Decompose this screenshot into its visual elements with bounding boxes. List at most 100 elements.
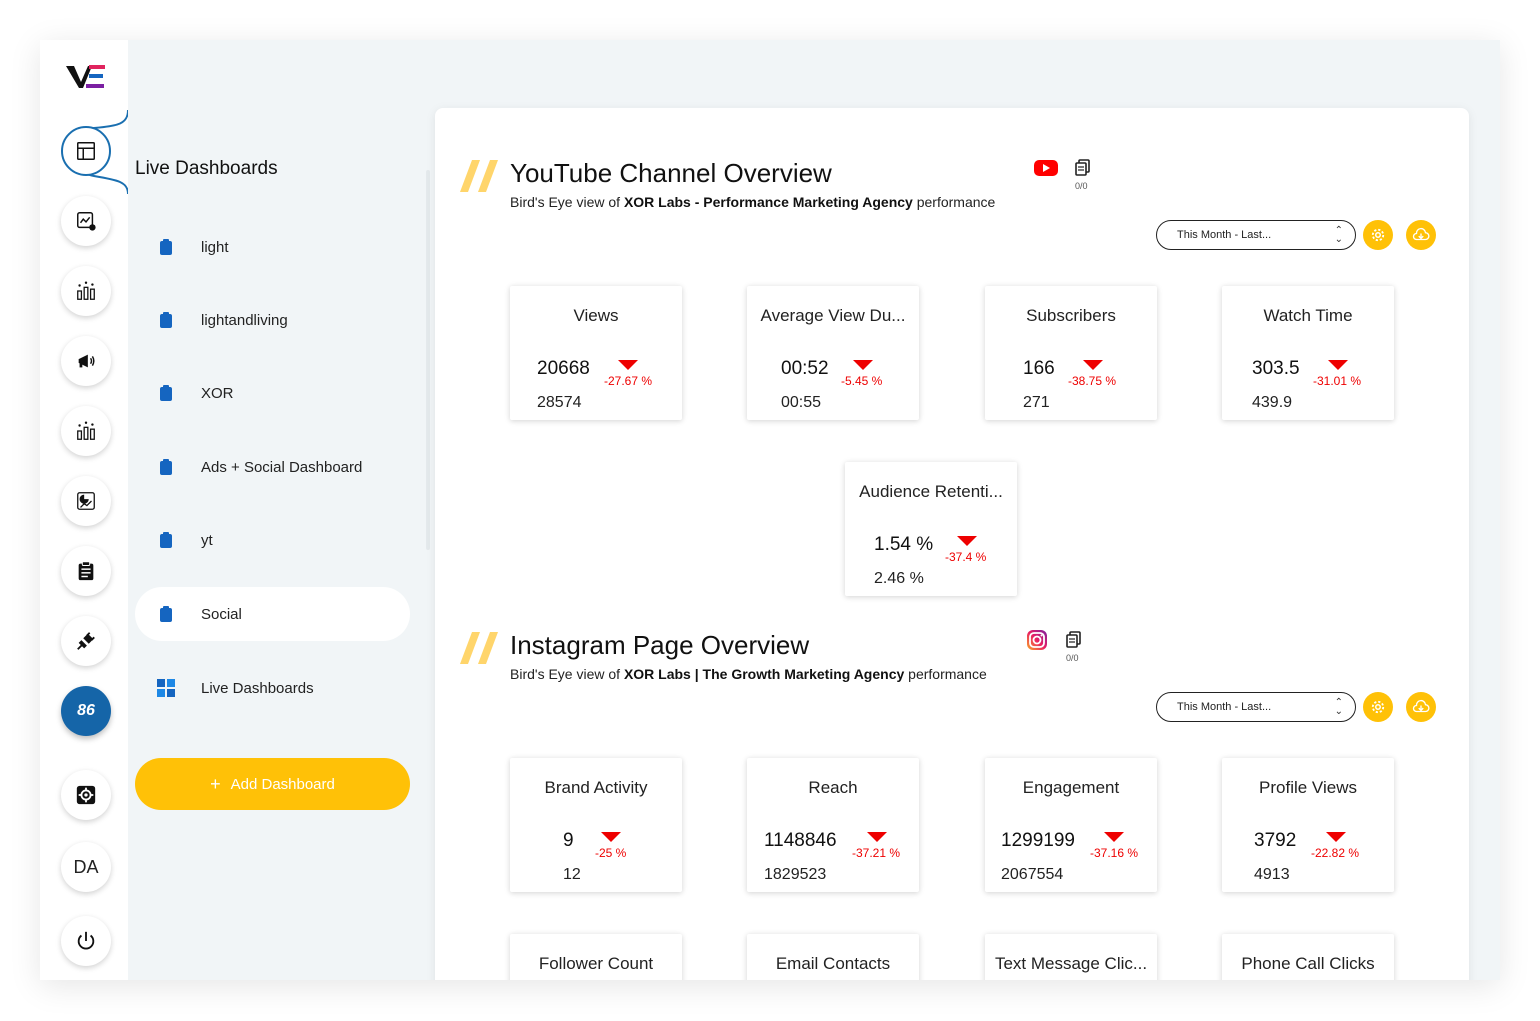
metric-card-email-contacts[interactable]: Email Contacts — [747, 934, 919, 980]
copy-icon[interactable] — [1073, 158, 1093, 178]
rail-live-dashboards-button[interactable] — [61, 126, 111, 176]
youtube-date-range-select[interactable]: This Month - Last... ⌃ ⌄ — [1156, 220, 1356, 250]
clipboard-icon — [160, 606, 172, 622]
metric-change: -37.4 % — [945, 550, 987, 564]
sidebar-item-label: yt — [201, 531, 213, 549]
copy-count: 0/0 — [1066, 653, 1079, 663]
metric-change: -37.16 % — [1090, 846, 1139, 860]
notification-badge[interactable]: 86 — [61, 686, 111, 736]
metric-card-follower-count[interactable]: Follower Count — [510, 934, 682, 980]
sidebar-item-label: light — [201, 238, 229, 256]
app-frame: 86 DA Live Dashboards light lightandlivi… — [40, 40, 1500, 980]
clipboard-icon — [160, 385, 172, 401]
metric-card-reach[interactable]: Reach 1148846 -37.21 % 1829523 — [747, 758, 919, 892]
metric-change: -38.75 % — [1068, 374, 1117, 388]
metric-card-audience-retention[interactable]: Audience Retenti... 1.54 % -37.4 % 2.46 … — [845, 462, 1017, 596]
instagram-date-range-select[interactable]: This Month - Last... ⌃ ⌄ — [1156, 692, 1356, 722]
metric-previous: 2067554 — [1001, 866, 1064, 883]
metric-title: Subscribers — [1026, 306, 1116, 325]
clipboard-icon — [78, 561, 94, 581]
instagram-section-title: Instagram Page Overview — [510, 630, 810, 660]
sidebar-item-social[interactable]: Social — [135, 587, 410, 641]
metric-value: 1299199 — [1001, 830, 1075, 851]
instagram-settings-button[interactable] — [1363, 692, 1393, 722]
megaphone-icon — [78, 354, 95, 368]
metric-title: Phone Call Clicks — [1241, 954, 1375, 973]
metric-previous: 4913 — [1254, 866, 1290, 883]
rail-tasks-button[interactable] — [61, 546, 111, 596]
metric-card-engagement[interactable]: Engagement 1299199 -37.16 % 2067554 — [985, 758, 1157, 892]
dashboard-sidebar: Live Dashboards light lightandliving XOR… — [128, 40, 428, 980]
ve-logo — [66, 65, 105, 88]
metric-card-text-message-clicks[interactable]: Text Message Clic... — [985, 934, 1157, 980]
metric-card-views[interactable]: Views 20668 -27.67 % 28574 — [510, 286, 682, 420]
metric-card-watch-time[interactable]: Watch Time 303.5 -31.01 % 439.9 — [1222, 286, 1394, 420]
metric-title: Profile Views — [1259, 778, 1357, 797]
rail-campaigns-button[interactable] — [61, 336, 111, 386]
metric-change: -37.21 % — [852, 846, 901, 860]
metric-title: Text Message Clic... — [994, 954, 1148, 973]
youtube-download-button[interactable] — [1406, 220, 1436, 250]
sidebar-item-light[interactable]: light — [135, 220, 410, 274]
gear-icon — [1371, 700, 1385, 714]
metric-title: Brand Activity — [544, 778, 648, 797]
metric-title: Follower Count — [538, 954, 654, 973]
decrease-arrow-icon — [1328, 360, 1348, 370]
instagram-section-subtitle: Bird's Eye view of XOR Labs | The Growth… — [510, 666, 987, 682]
decrease-arrow-icon — [853, 360, 873, 370]
add-dashboard-button[interactable]: + Add Dashboard — [135, 758, 410, 810]
metric-change: -31.01 % — [1313, 374, 1362, 388]
instagram-download-button[interactable] — [1406, 692, 1436, 722]
gear-icon — [1371, 228, 1385, 242]
metric-card-average-view-duration[interactable]: Average View Du... 00:52 -5.45 % 00:55 — [747, 286, 919, 420]
sidebar-item-ads-social[interactable]: Ads + Social Dashboard — [135, 440, 410, 494]
sidebar-scrollbar[interactable] — [426, 170, 430, 550]
rail-reports-button[interactable] — [61, 196, 111, 246]
bar-chart-icon — [77, 281, 95, 300]
metric-card-subscribers[interactable]: Subscribers 166 -38.75 % 271 — [985, 286, 1157, 420]
bar-chart-icon — [77, 421, 95, 440]
sidebar-item-xor[interactable]: XOR — [135, 366, 410, 420]
sidebar-item-yt[interactable]: yt — [135, 513, 410, 567]
user-avatar[interactable]: DA — [61, 842, 111, 892]
metric-title: Audience Retenti... — [859, 482, 1003, 501]
plug-icon — [77, 632, 95, 650]
metric-title: Views — [573, 306, 619, 325]
metric-card-profile-views[interactable]: Profile Views 3792 -22.82 % 4913 — [1222, 758, 1394, 892]
rail-insights-button[interactable] — [61, 406, 111, 456]
metric-change: -25 % — [595, 846, 627, 860]
youtube-settings-button[interactable] — [1363, 220, 1393, 250]
rail-integrations-button[interactable] — [61, 616, 111, 666]
sidebar-item-label: XOR — [201, 384, 234, 402]
rail-logout-button[interactable] — [61, 916, 111, 966]
clipboard-icon — [160, 239, 172, 255]
decrease-arrow-icon — [1083, 360, 1103, 370]
sidebar-item-lightandliving[interactable]: lightandliving — [135, 293, 410, 347]
metric-title: Average View Du... — [760, 306, 906, 325]
sidebar-title: Live Dashboards — [135, 158, 278, 179]
metric-card-phone-call-clicks[interactable]: Phone Call Clicks — [1222, 934, 1394, 980]
rail-analytics-button[interactable] — [61, 266, 111, 316]
metric-card-brand-activity[interactable]: Brand Activity 9 -25 % 12 — [510, 758, 682, 892]
decrease-arrow-icon — [1326, 832, 1346, 842]
metric-title: Reach — [808, 778, 858, 797]
metric-title: Watch Time — [1263, 306, 1353, 325]
date-range-value: This Month - Last... — [1177, 229, 1272, 241]
rail-settings-button[interactable] — [61, 770, 111, 820]
copy-icon[interactable] — [1064, 630, 1084, 650]
metric-previous: 1829523 — [764, 866, 827, 883]
metric-change: -22.82 % — [1311, 846, 1360, 860]
sidebar-item-label: Ads + Social Dashboard — [201, 458, 363, 476]
cloud-download-icon — [1412, 227, 1430, 241]
metric-value: 9 — [563, 830, 574, 851]
plus-icon: + — [210, 773, 221, 794]
dashboard-main: YouTube Channel Overview Bird's Eye view… — [435, 108, 1469, 980]
decrease-arrow-icon — [1104, 832, 1124, 842]
sidebar-item-live-dashboards[interactable]: Live Dashboards — [135, 661, 410, 715]
metric-value: 00:52 — [781, 358, 829, 379]
youtube-section-title: YouTube Channel Overview — [510, 158, 832, 188]
youtube-section-subtitle: Bird's Eye view of XOR Labs - Performanc… — [510, 194, 996, 210]
chart-settings-icon — [77, 212, 96, 231]
double-slash-decoration-icon — [460, 632, 498, 664]
rail-performance-button[interactable] — [61, 476, 111, 526]
